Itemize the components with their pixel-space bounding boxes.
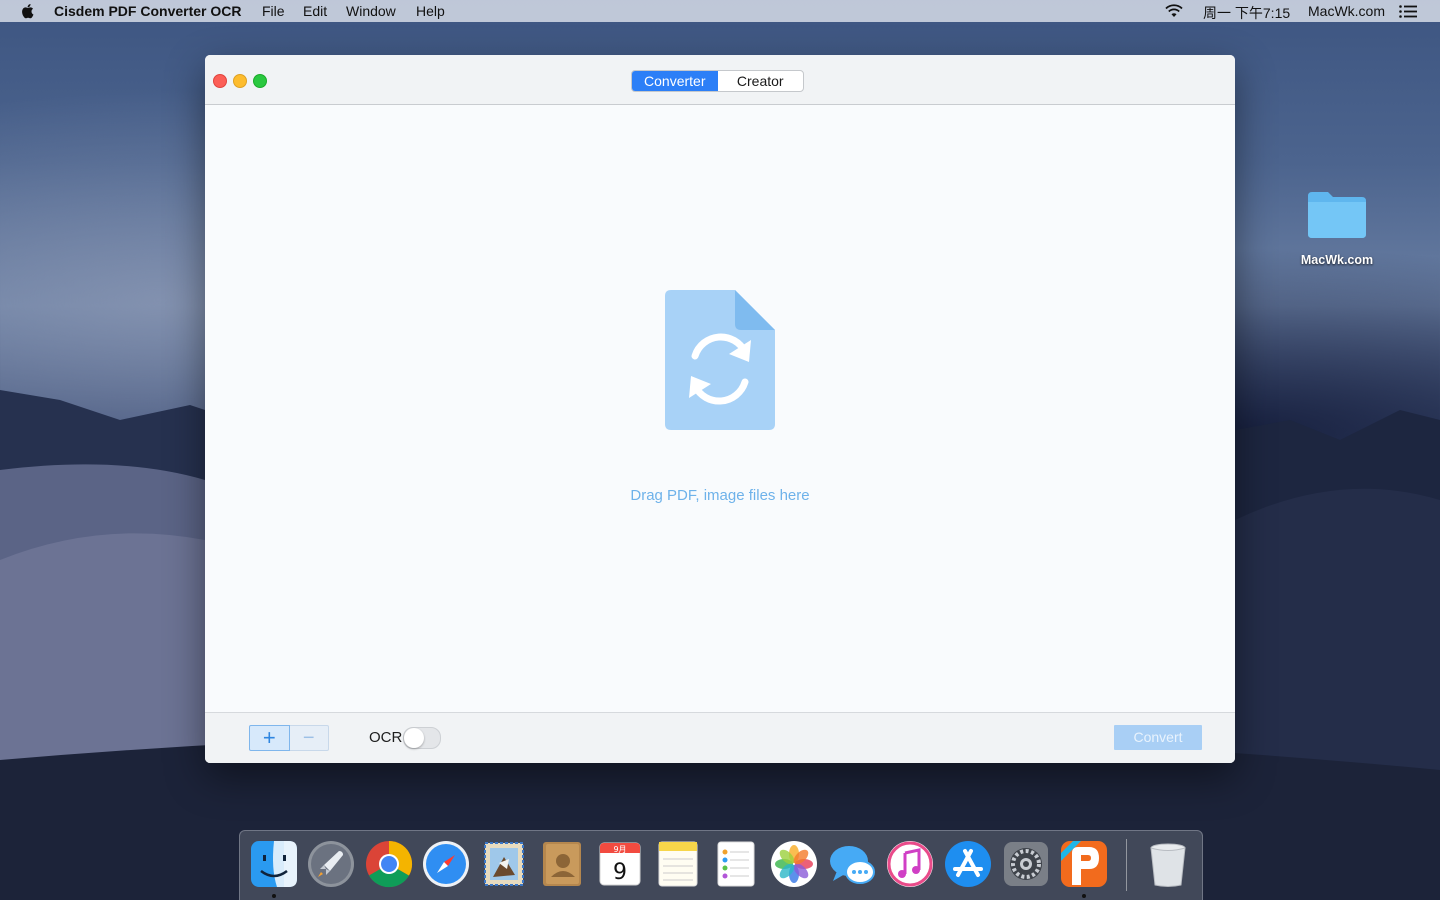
notification-center-icon[interactable] (1399, 5, 1417, 18)
reminders-icon[interactable] (711, 839, 761, 889)
dock-separator (1126, 839, 1127, 891)
mode-segmented-control: Converter Creator (631, 70, 804, 92)
window-close-button[interactable] (213, 74, 227, 88)
notes-icon[interactable] (653, 839, 703, 889)
tab-creator[interactable]: Creator (718, 71, 804, 91)
menu-site-label[interactable]: MacWk.com (1308, 3, 1385, 19)
calendar-icon[interactable]: 9月 9 (595, 839, 645, 889)
window-zoom-button[interactable] (253, 74, 267, 88)
finder-icon[interactable] (249, 839, 299, 889)
safari-icon[interactable] (421, 839, 471, 889)
wifi-icon[interactable] (1164, 3, 1184, 19)
ocr-toggle-knob (404, 728, 424, 748)
app-store-icon[interactable] (943, 839, 993, 889)
convert-file-icon (665, 290, 775, 430)
tab-converter[interactable]: Converter (632, 71, 718, 91)
title-bar[interactable]: Converter Creator (205, 55, 1235, 105)
drop-hint-text: Drag PDF, image files here (630, 487, 810, 504)
menu-help[interactable]: Help (416, 3, 445, 19)
remove-file-button[interactable]: − (289, 725, 329, 751)
folder-icon[interactable] (1306, 190, 1368, 240)
cisdem-running-dot (1082, 894, 1086, 898)
chrome-icon[interactable] (364, 839, 414, 889)
messages-icon[interactable] (827, 839, 877, 889)
menu-edit[interactable]: Edit (303, 3, 327, 19)
calendar-day-text: 9 (613, 860, 627, 885)
bottom-toolbar: + − OCR Convert (205, 712, 1235, 763)
add-file-button[interactable]: + (249, 725, 290, 751)
window-minimize-button[interactable] (233, 74, 247, 88)
itunes-icon[interactable] (885, 839, 935, 889)
contacts-icon[interactable] (537, 839, 587, 889)
menu-bar: Cisdem PDF Converter OCR File Edit Windo… (0, 0, 1440, 22)
drop-zone[interactable]: Drag PDF, image files here (205, 105, 1235, 712)
photos-icon[interactable] (769, 839, 819, 889)
menu-clock[interactable]: 周一 下午7:15 (1203, 3, 1290, 23)
system-preferences-icon[interactable] (1001, 839, 1051, 889)
mail-icon[interactable] (479, 839, 529, 889)
menu-file[interactable]: File (262, 3, 285, 19)
ocr-label: OCR (369, 729, 403, 746)
folder-label[interactable]: MacWk.com (1286, 253, 1388, 267)
apple-icon[interactable] (20, 2, 36, 20)
convert-button[interactable]: Convert (1114, 725, 1202, 750)
trash-icon[interactable] (1143, 839, 1193, 889)
app-window: Converter Creator Drag PDF, image files … (205, 55, 1235, 763)
cisdem-pdf-converter-icon[interactable] (1059, 839, 1109, 889)
menu-window[interactable]: Window (346, 3, 396, 19)
add-remove-control: + − (249, 725, 329, 751)
dock: 9月 9 (239, 830, 1203, 900)
app-name-menu[interactable]: Cisdem PDF Converter OCR (54, 3, 241, 19)
calendar-month-text: 9月 (613, 845, 626, 854)
ocr-toggle[interactable] (403, 727, 441, 749)
launchpad-icon[interactable] (306, 839, 356, 889)
finder-running-dot (272, 894, 276, 898)
